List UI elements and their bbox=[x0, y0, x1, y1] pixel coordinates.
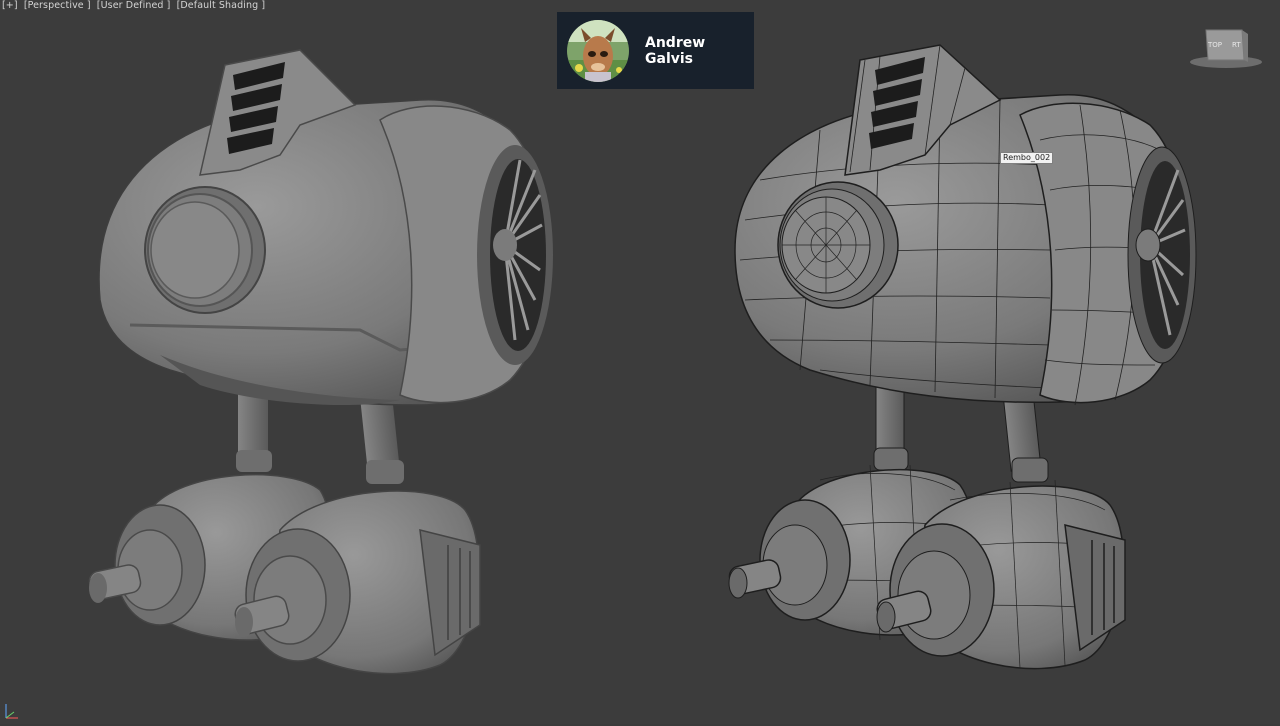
viewcube-face-top: TOP bbox=[1207, 41, 1222, 49]
object-name-tooltip: Rembo_002 bbox=[1000, 152, 1054, 164]
viewcube-icon[interactable]: TOP RT bbox=[1188, 24, 1268, 76]
robot-model-shaded[interactable] bbox=[88, 49, 553, 675]
scene-canvas[interactable] bbox=[0, 0, 1280, 724]
user-name: Andrew Galvis bbox=[645, 34, 706, 67]
viewcube-face-right: RT bbox=[1232, 41, 1241, 49]
axis-tripod-icon bbox=[2, 700, 22, 726]
viewport[interactable]: [+] [Perspective ] [User Defined ] [Defa… bbox=[0, 0, 1280, 724]
user-card: Andrew Galvis bbox=[557, 12, 754, 89]
avatar bbox=[567, 19, 629, 82]
robot-model-wireframe[interactable] bbox=[728, 44, 1197, 670]
